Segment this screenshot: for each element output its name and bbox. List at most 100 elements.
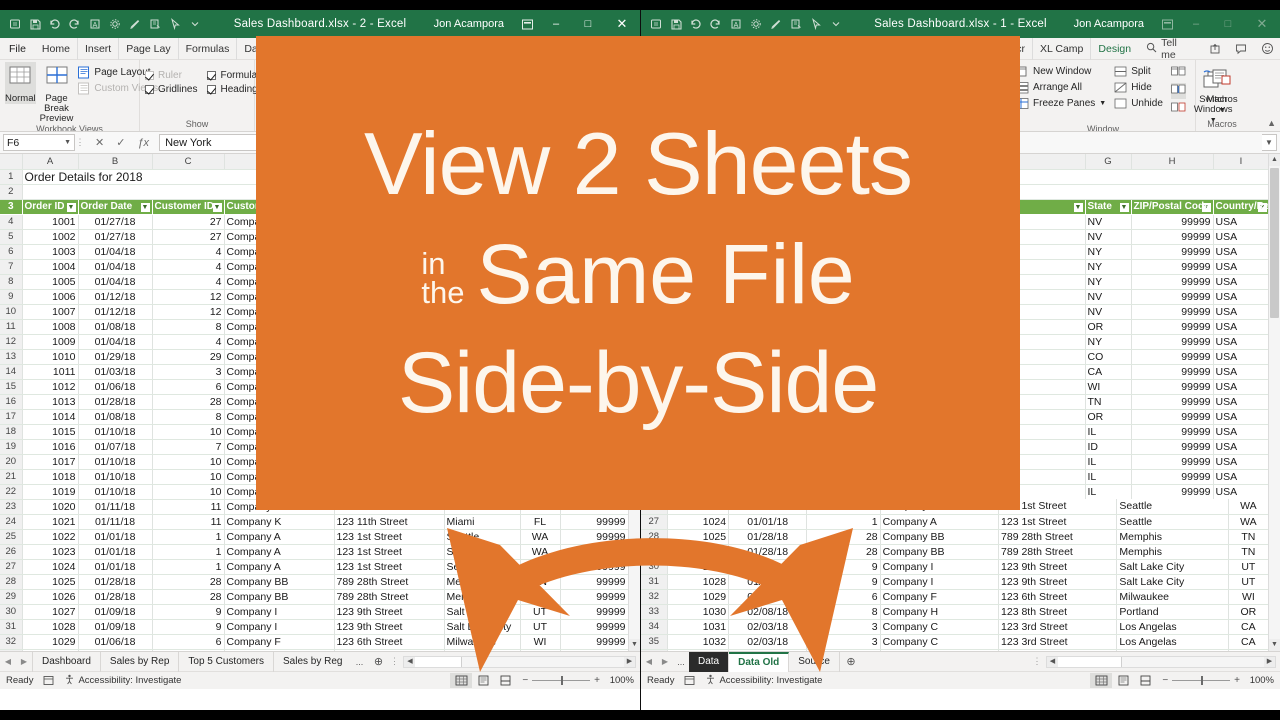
cancel-icon[interactable]: ✕ [95,136,104,149]
row-header[interactable]: 30 [641,559,668,575]
table-cell[interactable]: 1007 [22,304,79,320]
th-state-right[interactable]: ▼ State [1085,199,1132,215]
table-cell[interactable]: Los Angelas [1116,634,1229,650]
table-cell[interactable]: 01/07/18 [78,439,153,455]
table-cell[interactable]: 1005 [22,274,79,290]
horizontal-scrollbar-right[interactable]: ◀ ▶ [1045,655,1276,668]
table-cell[interactable]: 1012 [22,379,79,395]
table-cell[interactable]: 1 [806,514,881,530]
table-cell[interactable]: 01/10/18 [78,454,153,470]
save-icon[interactable] [25,15,44,34]
minimize-button-left[interactable]: – [540,10,572,38]
table-cell[interactable]: Company I [880,574,1000,590]
page-layout-view-icon[interactable] [1112,673,1134,688]
hscroll-right-arrow-right[interactable]: ▶ [1264,656,1275,667]
table-cell[interactable]: 1 [152,529,225,545]
table-cell[interactable]: 02/03/18 [728,634,808,650]
table-cell[interactable]: 01/08/18 [78,409,153,425]
table-cell[interactable]: 01/04/18 [78,274,153,290]
feedback-smiley-icon[interactable] [1254,38,1280,60]
row-header[interactable]: 28 [641,529,668,545]
table-cell[interactable]: 1030 [667,604,730,620]
table-cell[interactable]: 1 [152,544,225,560]
table-cell[interactable]: 7 [152,439,225,455]
table-cell[interactable]: 4 [152,334,225,350]
table-cell[interactable]: 27 [152,229,225,245]
row-header[interactable]: 13 [0,349,23,365]
zoom-percent-left[interactable]: 100% [606,675,634,686]
table-cell[interactable]: 12 [152,304,225,320]
customize-qat-icon[interactable] [185,15,204,34]
table-cell[interactable]: Seattle [444,544,521,560]
col-header-i-right[interactable]: I [1213,154,1270,170]
ribbon-display-options-icon[interactable] [1154,18,1180,31]
table-cell[interactable]: FL [520,514,561,530]
tell-me-box[interactable]: Tell me [1138,37,1202,61]
table-cell[interactable]: 1017 [22,454,79,470]
row-header[interactable]: 6 [0,244,23,260]
table-cell[interactable]: 123 8th Street [998,604,1118,620]
table-cell[interactable]: OR [1085,319,1132,335]
sheet-tab-sales-by-rep[interactable]: Sales by Rep [101,651,180,672]
table-cell[interactable]: USA [1213,454,1270,470]
table-cell[interactable]: NV [1085,214,1132,230]
table-cell[interactable]: 1024 [667,514,730,530]
table-cell[interactable]: TN [1085,394,1132,410]
row-header[interactable]: 16 [0,394,23,410]
row-header[interactable]: 33 [0,649,23,651]
status-macro-record-icon-right[interactable] [674,675,695,686]
redo-icon[interactable] [65,15,84,34]
table-cell[interactable]: 1014 [22,409,79,425]
table-cell[interactable]: 9 [806,574,881,590]
hscroll-thumb-left[interactable] [415,656,462,667]
table-cell[interactable]: 1023 [22,544,79,560]
synchronous-scrolling-icon[interactable] [1170,83,1186,99]
new-window-button[interactable]: New Window [1016,65,1106,78]
row-header[interactable]: 29 [0,589,23,605]
sheet-nav-next-icon-right[interactable]: ▶ [657,657,673,666]
table-cell[interactable]: 99999 [1131,214,1214,230]
table-cell[interactable]: 8 [806,604,881,620]
ribbon-tab-xl-campus[interactable]: XL Camp [1032,37,1090,60]
table-cell[interactable]: 6 [152,634,225,650]
select-all-corner[interactable] [0,154,23,170]
table-cell[interactable]: Memphis [1116,544,1229,560]
row-header[interactable]: 7 [0,259,23,275]
scroll-down-arrow-left[interactable]: ▼ [629,639,640,651]
row-header[interactable]: 9 [0,289,23,305]
table-cell[interactable]: 1026 [667,544,730,560]
status-accessibility-right[interactable]: Accessibility: Investigate [695,674,822,688]
ribbon-tab-design[interactable]: Design [1090,37,1138,60]
table-cell[interactable]: 1026 [22,589,79,605]
table-cell[interactable]: 27 [152,214,225,230]
table-cell[interactable]: Company H [224,649,335,651]
tab-split-handle-right[interactable]: ⋮ [1032,656,1042,667]
table-cell[interactable]: 12 [152,289,225,305]
table-cell[interactable]: 99999 [1131,469,1214,485]
table-cell[interactable]: 99999 [1131,319,1214,335]
format-painter-icon[interactable] [766,15,785,34]
row-header[interactable]: 19 [0,439,23,455]
table-cell[interactable]: OR [1228,604,1270,620]
table-cell[interactable]: 1021 [22,514,79,530]
enter-icon[interactable]: ✓ [116,136,125,149]
table-cell[interactable]: Company F [880,589,1000,605]
table-cell[interactable]: 123 6th Street [334,634,445,650]
table-cell[interactable]: NY [1085,244,1132,260]
open-icon[interactable] [145,15,164,34]
table-cell[interactable]: 1015 [22,424,79,440]
table-row[interactable]: 31 1028 01/09/18 9 Company I 123 9th Street Sa… [0,619,629,635]
table-cell[interactable]: 29 [152,349,225,365]
table-cell[interactable]: NY [1085,259,1132,275]
th-zip-right[interactable]: ▼ ZIP/Postal Code [1131,199,1214,215]
table-cell[interactable]: 01/11/18 [78,499,153,515]
table-cell[interactable]: 99999 [560,559,629,575]
table-cell[interactable]: 01/27/18 [78,229,153,245]
sheet-tab-data-old[interactable]: Data Old [729,651,790,672]
table-cell[interactable]: 9 [152,619,225,635]
sheet-tabs-overflow-right[interactable]: ... [673,657,689,667]
zoom-slider[interactable] [532,676,591,685]
row-header[interactable]: 5 [0,229,23,245]
zoom-in-icon[interactable]: + [1234,675,1240,686]
table-cell[interactable]: 123 9th Street [334,619,445,635]
